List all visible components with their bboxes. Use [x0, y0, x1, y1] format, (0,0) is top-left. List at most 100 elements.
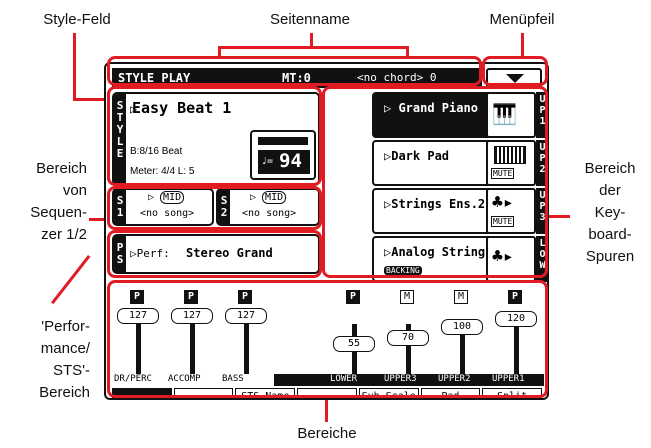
channel-label: LOWER — [330, 374, 358, 384]
backing-badge: BACKING — [384, 266, 422, 275]
leader-menu — [521, 33, 524, 58]
fader-value[interactable]: 55 — [333, 336, 375, 353]
channel-label: ACCOMP — [168, 374, 201, 384]
function-tabs: Volume STS Name Sub ScalePadSplit — [112, 388, 544, 398]
tag-up2: UP2 — [536, 140, 547, 186]
chevron-down-icon — [506, 74, 524, 83]
fader-value[interactable]: 120 — [495, 310, 537, 327]
chord-display: <no chord> 0 — [357, 71, 437, 84]
callout-performance-area: 'Perfor- mance/ STS'- Bereich — [39, 318, 90, 401]
violin-icon: ♣▸ — [492, 192, 514, 213]
channel-label: UPPER1 — [492, 374, 525, 384]
master-transpose: MT:0 — [282, 71, 311, 85]
fader-value[interactable]: 127 — [171, 308, 213, 324]
sequencer-2-panel[interactable]: S2 ▷ MID <no song> — [216, 188, 320, 226]
callout-style-field: Style-Feld — [43, 11, 111, 28]
leader-style — [73, 33, 76, 100]
sequencer-1-tag: S1 — [114, 190, 126, 224]
performance-name: Stereo Grand — [186, 246, 273, 260]
violin-icon: ♣▸ — [492, 246, 514, 267]
mixer-channel[interactable]: P 127 — [112, 288, 164, 376]
performance-tag: PS — [114, 236, 126, 272]
mixer-channel[interactable]: P 127 — [166, 288, 218, 376]
fader-value[interactable]: 127 — [117, 308, 159, 324]
style-name: Easy Beat 1 — [132, 99, 232, 117]
tempo-box[interactable]: ♩= 94 — [250, 130, 316, 180]
style-meter: Meter: 4/4 L: 5 — [130, 166, 195, 177]
style-tab: STYLE — [114, 94, 126, 184]
performance-panel[interactable]: PS ▷Perf: Stereo Grand — [112, 234, 320, 274]
callout-sequencer-area: Bereich von Sequen- zer 1/2 — [30, 160, 87, 243]
sequencer-1-song: <no song> — [140, 208, 195, 219]
tempo-value: 94 — [279, 150, 302, 172]
tag-low: LOW — [536, 236, 547, 282]
piano-icon: 🎹 — [492, 102, 517, 126]
mute-badge[interactable]: M — [454, 290, 468, 304]
play-badge[interactable]: P — [508, 290, 522, 304]
function-tab[interactable] — [173, 388, 234, 398]
fader-value[interactable]: 127 — [225, 308, 267, 324]
track-upper2-name: ▷Dark Pad — [384, 149, 450, 163]
callout-page-name: Seitenname — [269, 11, 351, 28]
midi-icon: ▷ MID — [250, 191, 287, 204]
channel-label-row: DR/PERC ACCOMP BASS LOWER UPPER3 UPPER2 UPPER1 — [112, 374, 544, 386]
fader-stem — [244, 324, 249, 374]
mixer-channel[interactable]: P 127 — [220, 288, 272, 376]
mixer-channel[interactable]: M 70 — [382, 288, 434, 376]
function-tab[interactable]: Pad — [420, 388, 481, 398]
mixer-channel[interactable]: P 120 — [490, 288, 542, 376]
fader-stem — [514, 324, 519, 374]
tag-up3: UP3 — [536, 188, 547, 234]
tag-up1: UP1 — [536, 92, 547, 138]
function-tab[interactable]: STS Name — [235, 388, 296, 398]
leader-page-name-r — [406, 46, 409, 56]
page-title: STYLE PLAY — [118, 71, 191, 85]
play-badge[interactable]: P — [130, 290, 144, 304]
leader-tracks — [548, 215, 570, 218]
fader-stem — [136, 324, 141, 374]
mute-badge[interactable]: M — [400, 290, 414, 304]
leader-perf — [51, 255, 91, 305]
channel-label: UPPER2 — [438, 374, 471, 384]
note-icon: ♩= — [261, 156, 274, 167]
channel-label: UPPER3 — [384, 374, 417, 384]
mute-badge: MUTE — [491, 168, 515, 179]
sequencer-1-panel[interactable]: S1 ▷ MID <no song> — [112, 188, 214, 226]
style-type: B:8/16 Beat — [130, 146, 183, 157]
callout-keyboard-tracks-area: Bereich der Key- board- Spuren — [584, 160, 636, 265]
leader-page-name-h — [218, 46, 408, 49]
play-badge[interactable]: P — [184, 290, 198, 304]
function-tab[interactable] — [297, 388, 357, 398]
mixer-area: P 127 P 127 P 127 P 55 M 70 M 100 P 120 DR/PERC ACCOMP B… — [112, 288, 544, 398]
function-tab[interactable]: Split — [482, 388, 542, 398]
fader-value[interactable]: 70 — [387, 330, 429, 347]
leader-page-name-l — [218, 46, 221, 56]
play-triangle-icon: ▷ — [130, 102, 138, 116]
fader-stem — [190, 324, 195, 374]
menu-arrow-button[interactable] — [486, 68, 542, 88]
performance-label: ▷Perf: — [130, 247, 170, 260]
track-upper3-icon[interactable]: ♣▸ MUTE — [486, 188, 536, 234]
mixer-channel[interactable]: M 100 — [436, 288, 488, 376]
channel-label: DR/PERC — [114, 374, 152, 384]
channel-label: BASS — [222, 374, 244, 384]
function-tab[interactable]: Sub Scale — [358, 388, 419, 398]
track-lower-icon[interactable]: ♣▸ — [486, 236, 536, 282]
play-badge[interactable]: P — [346, 290, 360, 304]
function-tab[interactable]: Volume — [112, 388, 172, 398]
synth-icon — [494, 146, 526, 164]
display-screen: STYLE PLAY MT:0 <no chord> 0 STYLE Easy … — [104, 62, 549, 400]
mixer-channel[interactable] — [274, 288, 326, 376]
callout-bottom-areas: Bereiche — [297, 425, 357, 442]
track-upper2-icon[interactable]: MUTE — [486, 140, 536, 186]
page-title-bar: STYLE PLAY MT:0 <no chord> 0 — [112, 68, 482, 88]
midi-icon: ▷ MID — [148, 191, 185, 204]
mixer-channel[interactable]: P 55 — [328, 288, 380, 376]
sequencer-2-song: <no song> — [242, 208, 297, 219]
track-upper1-name: ▷ Grand Piano — [384, 101, 478, 115]
fader-value[interactable]: 100 — [441, 318, 483, 335]
style-panel[interactable]: STYLE Easy Beat 1 ▷ B:8/16 Beat Meter: 4… — [112, 92, 320, 186]
play-badge[interactable]: P — [238, 290, 252, 304]
track-upper1-icon[interactable]: 🎹 — [486, 92, 536, 138]
callout-menu-arrow: Menüpfeil — [489, 11, 555, 28]
